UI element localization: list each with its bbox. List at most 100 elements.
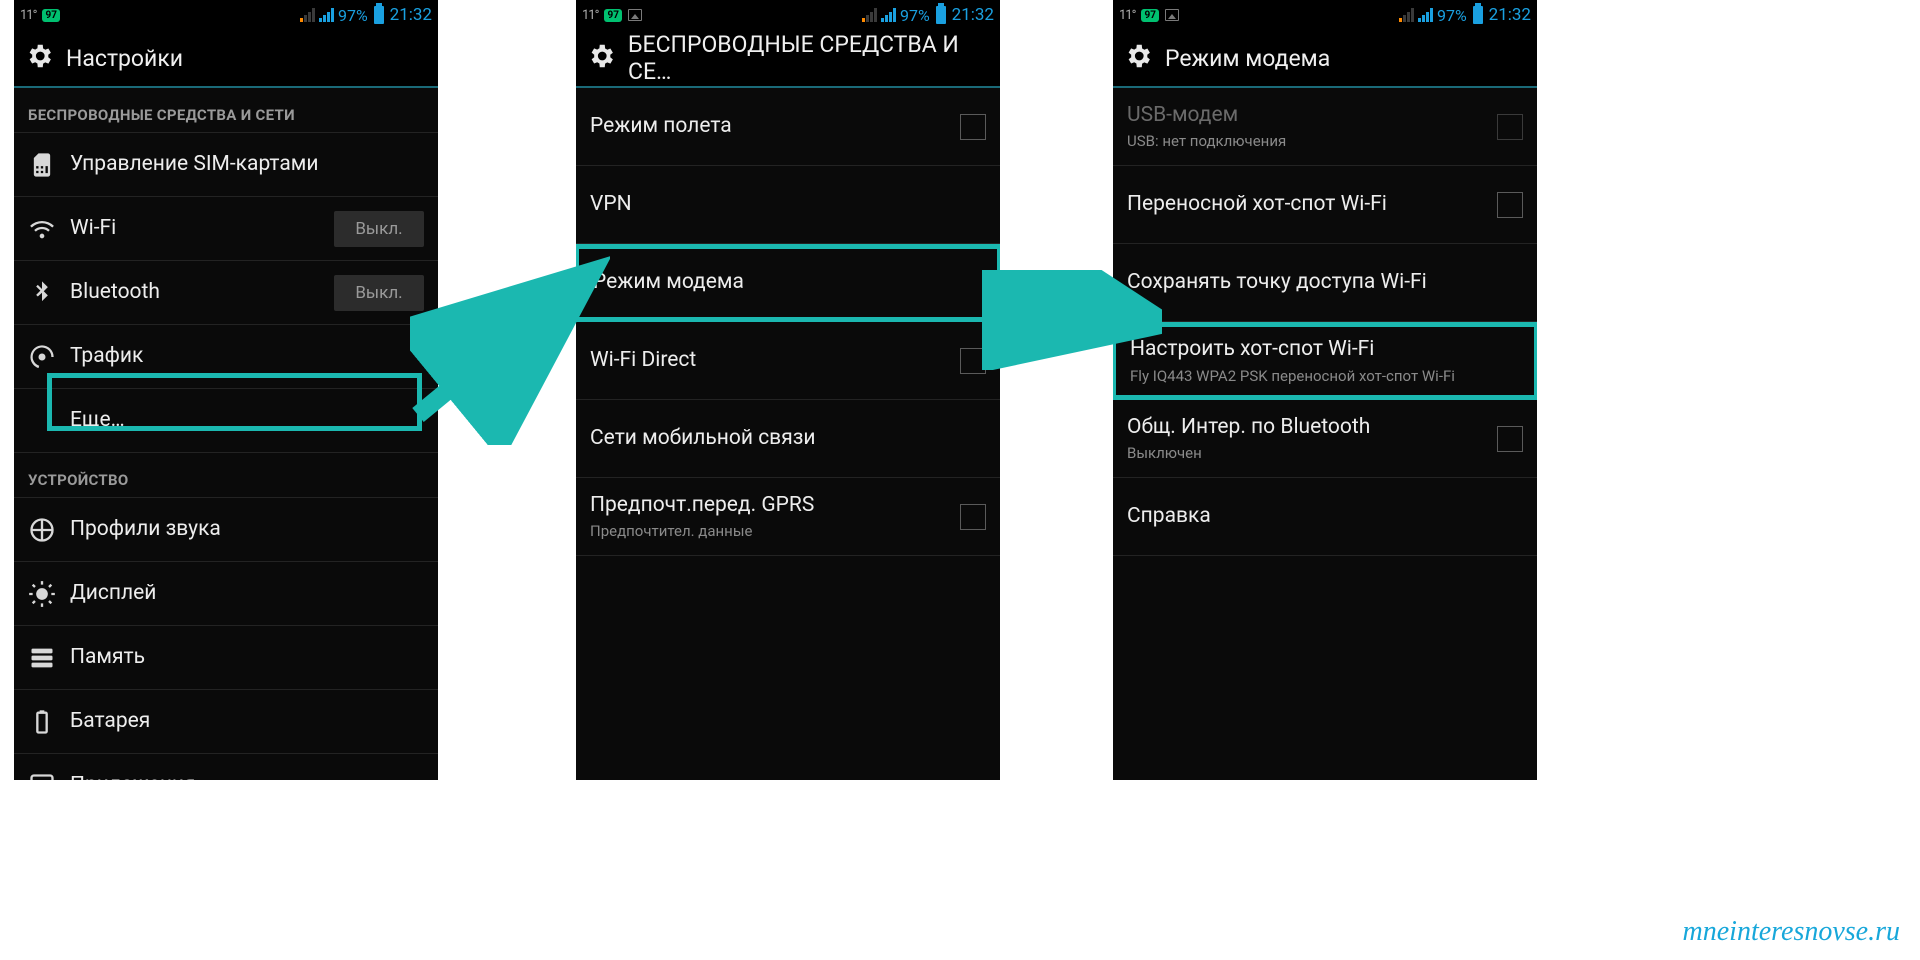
weather-badge: 97	[42, 9, 59, 22]
screenshot-tethering: 11° 97 97% 21:32 Режим модема USB-модем …	[1113, 0, 1537, 780]
row-traffic[interactable]: Трафик	[14, 325, 438, 389]
row-label: USB-модем	[1127, 103, 1497, 128]
row-label: Wi-Fi Direct	[590, 348, 960, 373]
row-label: Настроить хот-спот Wi-Fi	[1130, 337, 1520, 362]
battery-percent: 97%	[1437, 6, 1467, 25]
clock: 21:32	[1489, 5, 1531, 25]
screen-title: Настройки	[66, 45, 183, 72]
weather-badge: 97	[604, 9, 621, 22]
signal-sim2-icon	[1418, 8, 1433, 22]
screenshot-icon	[628, 9, 642, 21]
battery-percent: 97%	[338, 6, 368, 25]
signal-sim1-icon	[1399, 8, 1414, 22]
row-more[interactable]: Еще…	[14, 389, 438, 453]
battery-icon	[374, 6, 384, 24]
gear-icon	[586, 41, 616, 75]
row-label: Память	[70, 645, 424, 670]
battery-percent: 97%	[900, 6, 930, 25]
row-sublabel: Выключен	[1127, 444, 1497, 462]
row-wifi-direct[interactable]: Wi-Fi Direct	[576, 322, 1000, 400]
bluetooth-icon	[28, 279, 70, 307]
signal-sim2-icon	[881, 8, 896, 22]
screenshot-icon	[1165, 9, 1179, 21]
airplane-checkbox[interactable]	[960, 114, 986, 140]
row-sublabel: Fly IQ443 WPA2 PSK переносной хот-спот W…	[1130, 367, 1520, 385]
row-battery[interactable]: Батарея	[14, 690, 438, 754]
screen-title: БЕСПРОВОДНЫЕ СРЕДСТВА И СЕ…	[628, 31, 990, 85]
row-label: Профили звука	[70, 517, 424, 542]
temp-indicator: 11°	[1119, 8, 1135, 23]
row-label: Режим полета	[590, 114, 960, 139]
battery-icon	[936, 6, 946, 24]
row-label: Батарея	[70, 709, 424, 734]
apps-icon	[28, 772, 70, 781]
row-label: Сохранять точку доступа Wi-Fi	[1127, 270, 1523, 295]
battery-icon	[1473, 6, 1483, 24]
clock: 21:32	[952, 5, 994, 25]
row-airplane-mode[interactable]: Режим полета	[576, 88, 1000, 166]
wifidirect-checkbox[interactable]	[960, 348, 986, 374]
row-display[interactable]: Дисплей	[14, 562, 438, 626]
status-bar: 11° 97 97% 21:32	[576, 0, 1000, 30]
signal-sim1-icon	[300, 8, 315, 22]
row-bluetooth-share[interactable]: Общ. Интер. по Bluetooth Выключен	[1113, 400, 1537, 478]
gear-icon	[24, 41, 54, 75]
signal-sim2-icon	[319, 8, 334, 22]
row-usb-modem: USB-модем USB: нет подключения	[1113, 88, 1537, 166]
row-label: Дисплей	[70, 581, 424, 606]
row-portable-hotspot[interactable]: Переносной хот-спот Wi-Fi	[1113, 166, 1537, 244]
display-icon	[28, 580, 70, 608]
wifi-toggle[interactable]: Выкл.	[334, 211, 424, 247]
row-label: Предпочт.перед. GPRS	[590, 493, 960, 518]
row-sublabel: USB: нет подключения	[1127, 132, 1497, 150]
temp-indicator: 11°	[582, 8, 598, 23]
app-bar: БЕСПРОВОДНЫЕ СРЕДСТВА И СЕ…	[576, 30, 1000, 88]
screenshot-wireless-more: 11° 97 97% 21:32 БЕСПРОВОДНЫЕ СРЕДСТВА И…	[576, 0, 1000, 780]
row-label: Еще…	[70, 408, 424, 433]
row-gprs-pref[interactable]: Предпочт.перед. GPRS Предпочтител. данны…	[576, 478, 1000, 556]
bt-toggle[interactable]: Выкл.	[334, 275, 424, 311]
row-label: VPN	[590, 192, 986, 217]
row-apps[interactable]: Приложения	[14, 754, 438, 780]
weather-badge: 97	[1141, 9, 1158, 22]
row-vpn[interactable]: VPN	[576, 166, 1000, 244]
temp-indicator: 11°	[20, 8, 36, 23]
battery-settings-icon	[28, 708, 70, 736]
app-bar: Режим модема	[1113, 30, 1537, 88]
storage-icon	[28, 644, 70, 672]
row-label: Режим модема	[593, 270, 983, 295]
row-keep-hotspot[interactable]: Сохранять точку доступа Wi-Fi	[1113, 244, 1537, 322]
status-bar: 11° 97 97% 21:32	[14, 0, 438, 30]
sim-icon	[28, 151, 70, 179]
btshare-checkbox[interactable]	[1497, 426, 1523, 452]
gear-icon	[1123, 41, 1153, 75]
row-sublabel: Предпочтител. данные	[590, 522, 960, 540]
app-bar: Настройки	[14, 30, 438, 88]
row-label: Трафик	[70, 344, 424, 369]
watermark-text: mneinteresnovse.ru	[1683, 916, 1900, 948]
row-label: Справка	[1127, 504, 1523, 529]
row-label: Wi-Fi	[70, 216, 334, 241]
row-wifi[interactable]: Wi-Fi Выкл.	[14, 197, 438, 261]
row-memory[interactable]: Память	[14, 626, 438, 690]
clock: 21:32	[390, 5, 432, 25]
row-label: Переносной хот-спот Wi-Fi	[1127, 192, 1497, 217]
sound-icon	[28, 516, 70, 544]
row-label: Общ. Интер. по Bluetooth	[1127, 415, 1497, 440]
row-label: Bluetooth	[70, 280, 334, 305]
data-usage-icon	[28, 343, 70, 371]
row-mobile-networks[interactable]: Сети мобильной связи	[576, 400, 1000, 478]
gprs-checkbox[interactable]	[960, 504, 986, 530]
signal-sim1-icon	[862, 8, 877, 22]
row-configure-hotspot[interactable]: Настроить хот-спот Wi-Fi Fly IQ443 WPA2 …	[1113, 322, 1537, 400]
usb-checkbox	[1497, 114, 1523, 140]
row-label: Управление SIM-картами	[70, 152, 424, 177]
row-sound-profiles[interactable]: Профили звука	[14, 498, 438, 562]
row-sim-management[interactable]: Управление SIM-картами	[14, 133, 438, 197]
row-tethering[interactable]: Режим модема	[576, 244, 1000, 322]
hotspot-checkbox[interactable]	[1497, 192, 1523, 218]
wifi-icon	[28, 215, 70, 243]
row-help[interactable]: Справка	[1113, 478, 1537, 556]
section-wireless-header: БЕСПРОВОДНЫЕ СРЕДСТВА И СЕТИ	[14, 88, 438, 133]
row-bluetooth[interactable]: Bluetooth Выкл.	[14, 261, 438, 325]
